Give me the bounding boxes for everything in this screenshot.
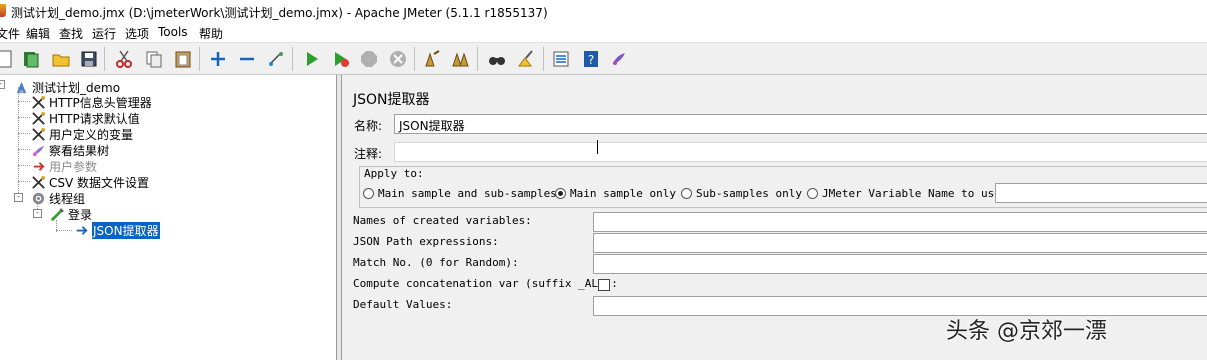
open-icon[interactable] [50,48,72,70]
clear-icon[interactable] [421,48,443,70]
menu-file[interactable]: 文件 [0,25,20,42]
json-path-expressions-field[interactable] [593,233,1207,253]
match-no-field[interactable] [593,254,1207,274]
tree-node-csv-data-set[interactable]: CSV 数据文件设置 [30,174,149,190]
radio-sub-samples-only[interactable]: Sub-samples only [681,187,802,200]
menu-tools[interactable]: Tools [158,25,188,39]
tree-node-thread-group[interactable]: 线程组 [30,190,85,206]
name-label: 名称: [354,119,383,133]
toolbar: ? [0,42,1207,75]
root-collapse-toggle[interactable]: - [0,80,5,89]
menu-help[interactable]: 帮助 [199,25,223,42]
log-viewer-icon[interactable] [608,48,630,70]
svg-text:?: ? [588,53,594,67]
wrench-icon [30,126,46,142]
compute-concatenation-checkbox[interactable] [598,279,610,291]
stop-icon[interactable] [358,48,380,70]
thread-group-collapse-toggle[interactable]: - [14,193,23,202]
wrench-icon [30,110,46,126]
shutdown-icon[interactable] [387,48,409,70]
match-no-label: Match No. (0 for Random): [353,256,519,269]
help-icon[interactable]: ? [580,48,602,70]
clear-all-icon[interactable] [450,48,472,70]
radio-dot-selected [555,188,566,199]
radio-dot [363,188,374,199]
tree-node-user-defined-variables[interactable]: 用户定义的变量 [30,126,133,142]
compute-concatenation-label: Compute concatenation var (suffix _ALL): [353,277,618,290]
menu-options[interactable]: 选项 [125,25,149,42]
panel-title: JSON提取器 [353,92,430,108]
name-field[interactable]: JSON提取器 [394,114,1207,134]
names-of-created-variables-label: Names of created variables: [353,214,532,227]
menu-edit[interactable]: 编辑 [26,25,50,42]
copy-icon[interactable] [143,48,165,70]
names-of-created-variables-field[interactable] [593,212,1207,232]
radio-main-and-sub-samples[interactable]: Main sample and sub-samples [363,187,557,200]
tree-node-http-request-defaults[interactable]: HTTP请求默认值 [30,110,140,126]
login-collapse-toggle[interactable]: - [33,209,42,218]
jmeter-variable-name-field[interactable] [995,183,1207,203]
menu-run[interactable]: 运行 [92,25,116,42]
radio-dot [681,188,692,199]
apply-to-legend: Apply to: [362,167,426,180]
cut-icon[interactable] [113,48,135,70]
wrench-icon [30,174,46,190]
save-icon[interactable] [78,48,100,70]
menu-search[interactable]: 查找 [59,25,83,42]
tree-node-view-results-tree[interactable]: 察看结果树 [30,142,109,158]
preprocessor-icon [30,158,46,174]
collapse-icon[interactable] [236,48,258,70]
json-path-expressions-label: JSON Path expressions: [353,235,499,248]
gear-icon [30,190,46,206]
test-plan-icon [13,79,29,95]
paste-icon[interactable] [172,48,194,70]
comment-field[interactable] [394,142,1207,162]
expand-icon[interactable] [207,48,229,70]
tree-node-user-parameters[interactable]: 用户参数 [30,158,97,174]
search-icon[interactable] [486,48,508,70]
listener-icon [30,142,46,158]
radio-jmeter-variable[interactable]: JMeter Variable Name to use [807,187,1001,200]
menu-bar: 文件 编辑 查找 运行 选项 Tools 帮助 [0,23,1207,42]
watermark: 头条 @京郊一漂 [946,319,1107,344]
start-icon[interactable] [301,48,323,70]
default-values-field[interactable] [593,296,1207,316]
reset-search-icon[interactable] [515,48,537,70]
function-helper-icon[interactable] [550,48,572,70]
text-cursor [597,140,598,154]
comment-label: 注释: [354,147,383,161]
start-no-pause-icon[interactable] [330,48,352,70]
radio-main-sample-only[interactable]: Main sample only [555,187,676,200]
test-plan-tree: - 测试计划_demo HTTP信息头管理器 HTTP请求默认值 用户定义的变量… [0,75,337,360]
jmeter-app-icon [0,4,6,17]
templates-icon[interactable] [20,48,42,70]
tree-node-http-header-manager[interactable]: HTTP信息头管理器 [30,94,152,110]
title-bar: 测试计划_demo.jmx (D:\jmeterWork\测试计划_demo.j… [0,0,1207,22]
wrench-icon [30,94,46,110]
default-values-label: Default Values: [353,298,453,311]
radio-dot [807,188,818,199]
window-title: 测试计划_demo.jmx (D:\jmeterWork\测试计划_demo.j… [11,6,548,20]
tree-node-json-extractor[interactable]: JSON提取器 [73,221,160,239]
tree-node-login-sampler[interactable]: 登录 [49,206,92,222]
postprocessor-icon [73,222,89,238]
sampler-icon [49,206,65,222]
new-icon[interactable] [0,48,16,70]
toggle-icon[interactable] [265,48,287,70]
